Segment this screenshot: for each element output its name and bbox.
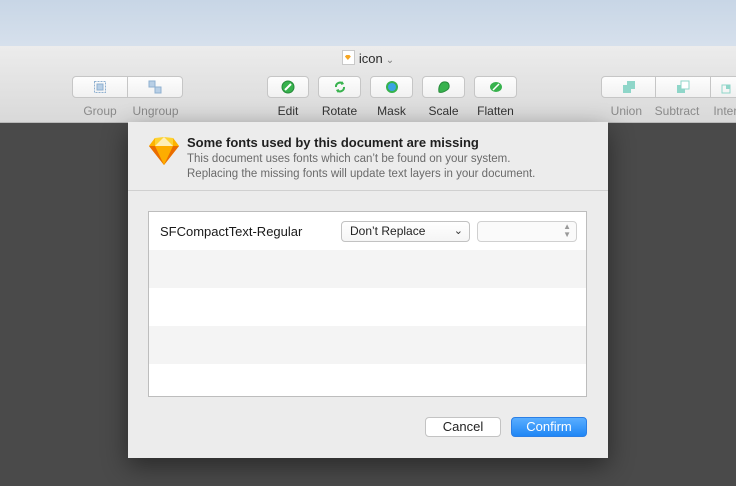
confirm-button[interactable]: Confirm [511, 417, 587, 437]
dialog-message-line-1: This document uses fonts which can’t be … [187, 153, 511, 165]
missing-fonts-dialog: Some fonts used by this document are mis… [128, 122, 608, 458]
document-title-menu[interactable]: icon ⌄ [0, 50, 736, 66]
chevron-down-icon: ⌄ [453, 225, 463, 237]
replacement-font-value: Don’t Replace [350, 224, 426, 238]
missing-font-name: SFCompactText-Regular [160, 224, 303, 239]
group-ungroup-control: Group Ungroup [72, 76, 183, 118]
sketch-logo-icon [149, 137, 179, 165]
rotate-button[interactable] [318, 76, 361, 98]
dialog-message-line-2: Replacing the missing fonts will update … [187, 168, 536, 180]
window-toolbar: icon ⌄ Group Ungroup Edit Rotate Mask Sc… [0, 46, 736, 123]
subtract-label: Subtract [654, 104, 700, 118]
ungroup-button[interactable] [128, 76, 183, 98]
edit-tool[interactable]: Edit [267, 76, 309, 118]
table-row [149, 250, 586, 288]
group-label: Group [83, 104, 117, 118]
intersect-button[interactable] [711, 76, 736, 98]
rotate-label: Rotate [321, 104, 358, 118]
scale-button[interactable] [422, 76, 465, 98]
updown-chevron-icon: ▲ ▼ [563, 222, 571, 239]
scale-icon [437, 81, 450, 93]
intersect-label: Inter [713, 104, 736, 118]
ungroup-icon [148, 80, 162, 94]
document-title: icon [358, 51, 383, 66]
dialog-title: Some fonts used by this document are mis… [187, 135, 479, 150]
chevron-down-icon: ⌄ [385, 55, 395, 66]
ungroup-label: Ungroup [132, 104, 179, 118]
document-icon [341, 50, 355, 65]
table-row [149, 288, 586, 326]
missing-fonts-table: SFCompactText-Regular Don’t Replace ⌄ ▲ ▼ [148, 211, 587, 397]
table-row [149, 364, 586, 396]
rotate-icon [334, 81, 345, 93]
font-variant-select[interactable]: ▲ ▼ [477, 221, 577, 242]
flatten-label: Flatten [477, 104, 514, 118]
group-button[interactable] [72, 76, 128, 98]
replacement-font-select[interactable]: Don’t Replace ⌄ [341, 221, 470, 242]
rotate-tool[interactable]: Rotate [318, 76, 361, 118]
flatten-icon [489, 82, 502, 92]
boolean-ops-control: Union Subtract Inter [601, 76, 736, 118]
dialog-header: Some fonts used by this document are mis… [128, 122, 608, 191]
flatten-button[interactable] [474, 76, 517, 98]
union-button[interactable] [601, 76, 656, 98]
edit-button[interactable] [267, 76, 309, 98]
scale-tool[interactable]: Scale [422, 76, 465, 118]
mask-icon [385, 81, 398, 93]
desktop-background [0, 0, 736, 46]
subtract-button[interactable] [656, 76, 711, 98]
subtract-icon [677, 80, 690, 93]
intersect-icon [721, 84, 731, 94]
dialog-message: This document uses fonts which can’t be … [187, 152, 535, 182]
scale-label: Scale [428, 104, 459, 118]
mask-button[interactable] [370, 76, 413, 98]
union-label: Union [610, 104, 643, 118]
flatten-tool[interactable]: Flatten [474, 76, 517, 118]
mask-tool[interactable]: Mask [370, 76, 413, 118]
group-icon [94, 81, 106, 93]
table-row: SFCompactText-Regular Don’t Replace ⌄ ▲ ▼ [149, 212, 586, 250]
edit-icon [281, 80, 295, 94]
table-row [149, 326, 586, 364]
union-icon [622, 81, 635, 93]
cancel-button[interactable]: Cancel [425, 417, 501, 437]
mask-label: Mask [377, 104, 406, 118]
edit-label: Edit [277, 104, 299, 118]
